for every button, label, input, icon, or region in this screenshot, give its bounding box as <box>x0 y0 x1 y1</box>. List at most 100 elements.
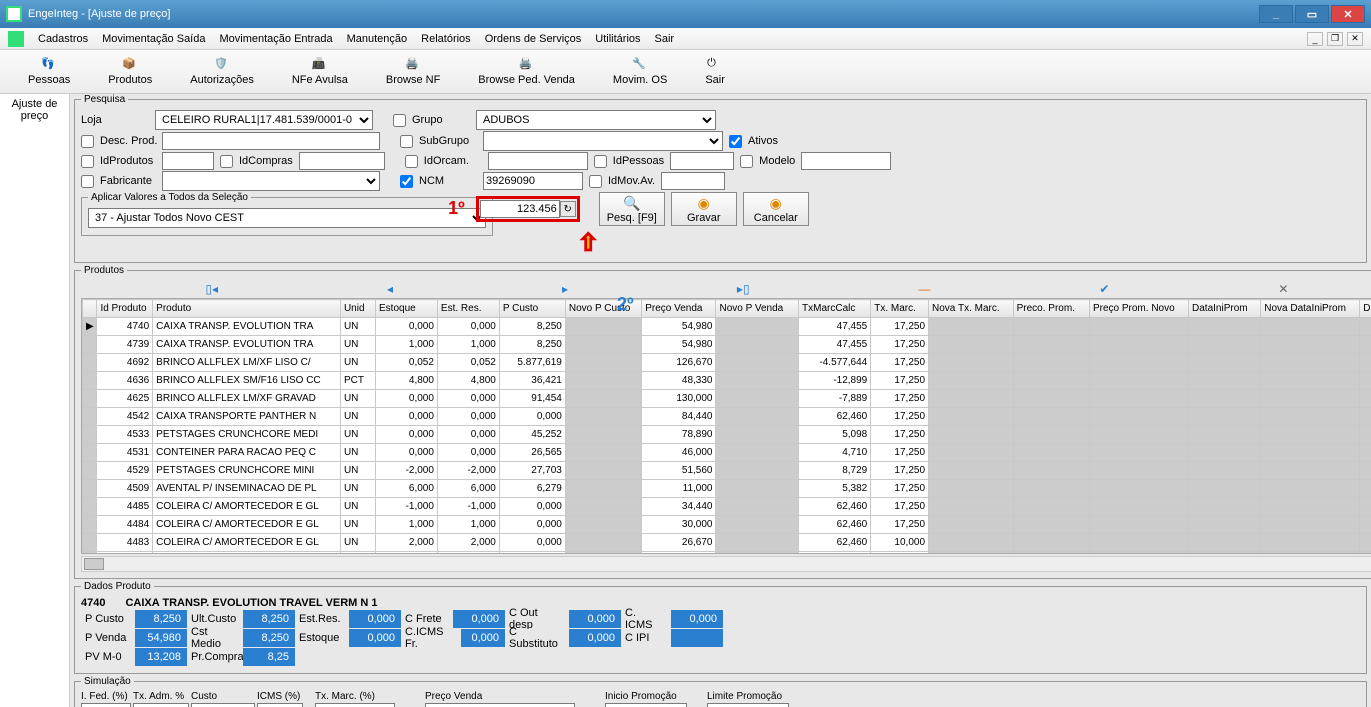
nav-delete[interactable]: — <box>918 282 930 296</box>
table-row[interactable]: 4529PETSTAGES CRUNCHCORE MINIUN-2,000-2,… <box>83 462 1371 480</box>
txadm-val[interactable]: 30,00 <box>133 703 189 707</box>
col-estres[interactable]: Est. Res. <box>437 300 499 318</box>
fabricante-check[interactable] <box>81 175 94 188</box>
valor-input[interactable] <box>480 200 560 218</box>
table-row[interactable]: 4542CAIXA TRANSPORTE PANTHER NUN0,0000,0… <box>83 408 1371 426</box>
grid-hscroll[interactable] <box>81 556 1371 572</box>
modelo-input[interactable] <box>801 152 891 170</box>
table-row[interactable]: 4533PETSTAGES CRUNCHCORE MEDIUN0,0000,00… <box>83 426 1371 444</box>
table-row[interactable]: 4509AVENTAL P/ INSEMINACAO DE PLUN6,0006… <box>83 480 1371 498</box>
custo-val[interactable]: 8,250 <box>191 703 255 707</box>
mdi-close-button[interactable]: ✕ <box>1347 32 1363 46</box>
menu-utilitarios[interactable]: Utilitários <box>595 33 640 45</box>
toolbar-nfe[interactable]: 📠NFe Avulsa <box>292 57 348 86</box>
modelo-check[interactable] <box>740 155 753 168</box>
idcompras-check[interactable] <box>220 155 233 168</box>
col-precopromn[interactable]: Preço Prom. Novo <box>1089 300 1188 318</box>
descprod-check[interactable] <box>81 135 94 148</box>
fabricante-select[interactable] <box>162 171 380 191</box>
ncm-check[interactable] <box>400 175 413 188</box>
subgrupo-select[interactable] <box>483 131 723 151</box>
maximize-button[interactable]: ▭ <box>1295 5 1329 23</box>
col-novatxmarc[interactable]: Nova Tx. Marc. <box>929 300 1014 318</box>
grupo-select[interactable]: ADUBOS <box>476 110 716 130</box>
table-row[interactable]: 4636BRINCO ALLFLEX SM/F16 LISO CCPCT4,80… <box>83 372 1371 390</box>
col-novopvenda[interactable]: Novo P Venda <box>716 300 799 318</box>
idpessoas-check[interactable] <box>594 155 607 168</box>
toolbar-browsepv[interactable]: 🖨️Browse Ped. Venda <box>478 57 575 86</box>
menu-mov-entrada[interactable]: Movimentação Entrada <box>219 33 332 45</box>
icms-val[interactable]: 0,00 <box>257 703 303 707</box>
col-datainiprom[interactable]: DataIniProm <box>1189 300 1261 318</box>
col-estoque[interactable]: Estoque <box>376 300 438 318</box>
sidebar-ajuste-preco[interactable]: Ajuste de preço <box>4 98 65 122</box>
nav-prev[interactable]: ◂ <box>387 282 393 296</box>
menu-sair[interactable]: Sair <box>655 33 675 45</box>
ncm-input[interactable] <box>483 172 583 190</box>
menu-manutencao[interactable]: Manutenção <box>347 33 408 45</box>
idprodutos-check[interactable] <box>81 155 94 168</box>
subgrupo-check[interactable] <box>400 135 413 148</box>
txmarc-val[interactable]: 17,250 <box>315 703 395 707</box>
toolbar-sair[interactable]: ⏻Sair <box>705 57 725 86</box>
col-precoprom[interactable]: Preco. Prom. <box>1013 300 1089 318</box>
col-novadatainiprom[interactable]: Nova DataIniProm <box>1261 300 1360 318</box>
col-datapro[interactable]: Data Pro <box>1360 300 1371 318</box>
toolbar-pessoas[interactable]: 👣Pessoas <box>28 57 70 86</box>
menu-relatorios[interactable]: Relatórios <box>421 33 471 45</box>
nav-next[interactable]: ▸ <box>562 282 568 296</box>
table-row[interactable]: 4625BRINCO ALLFLEX LM/XF GRAVADUN0,0000,… <box>83 390 1371 408</box>
descprod-input[interactable] <box>162 132 380 150</box>
mdi-minimize-button[interactable]: _ <box>1307 32 1323 46</box>
idcompras-input[interactable] <box>299 152 385 170</box>
ativos-check[interactable] <box>729 135 742 148</box>
table-row[interactable]: 4484COLEIRA C/ AMORTECEDOR E GLUN1,0001,… <box>83 516 1371 534</box>
nav-confirm[interactable]: ✔ <box>1099 282 1109 296</box>
pesquisar-button[interactable]: 🔍Pesq. [F9] <box>599 192 665 226</box>
apply-value-button[interactable]: ↻ <box>560 201 576 217</box>
idmovav-input[interactable] <box>661 172 725 190</box>
menu-cadastros[interactable]: Cadastros <box>38 33 88 45</box>
idorcam-check[interactable] <box>405 155 418 168</box>
col-produto[interactable]: Produto <box>153 300 341 318</box>
menu-mov-saida[interactable]: Movimentação Saída <box>102 33 205 45</box>
col-txmarccalc[interactable]: TxMarcCalc <box>799 300 871 318</box>
table-row[interactable]: 4485COLEIRA C/ AMORTECEDOR E GLUN-1,000-… <box>83 498 1371 516</box>
idpessoas-input[interactable] <box>670 152 734 170</box>
col-unid[interactable]: Unid <box>340 300 375 318</box>
table-row[interactable]: 4448CASA PLASTICA N 2 S/ COCHONEUN0,0000… <box>83 552 1371 555</box>
col-txmarc[interactable]: Tx. Marc. <box>871 300 929 318</box>
idprodutos-input[interactable] <box>162 152 214 170</box>
simpvenda-val[interactable]: 18,248 <box>425 703 575 707</box>
table-row[interactable]: 4739CAIXA TRANSP. EVOLUTION TRAUN1,0001,… <box>83 336 1371 354</box>
iniprom-val[interactable]: / / <box>605 703 687 707</box>
idorcam-input[interactable] <box>488 152 588 170</box>
gravar-button[interactable]: ◉Gravar <box>671 192 737 226</box>
nav-first[interactable]: ▯◂ <box>205 282 218 296</box>
toolbar-produtos[interactable]: 📦Produtos <box>108 57 152 86</box>
col-idproduto[interactable]: Id Produto <box>97 300 153 318</box>
grupo-check[interactable] <box>393 114 406 127</box>
close-button[interactable]: ✕ <box>1331 5 1365 23</box>
table-row[interactable]: 4531CONTEINER PARA RACAO PEQ CUN0,0000,0… <box>83 444 1371 462</box>
mdi-restore-button[interactable]: ❐ <box>1327 32 1343 46</box>
toolbar-browsenf[interactable]: 🖨️Browse NF <box>386 57 440 86</box>
table-row[interactable]: 4483COLEIRA C/ AMORTECEDOR E GLUN2,0002,… <box>83 534 1371 552</box>
col-pcusto[interactable]: P Custo <box>499 300 565 318</box>
nav-last[interactable]: ▸▯ <box>737 282 750 296</box>
ifed-val[interactable]: 7,54 <box>81 703 131 707</box>
produtos-grid[interactable]: Id Produto Produto Unid Estoque Est. Res… <box>81 298 1371 554</box>
loja-select[interactable]: CELEIRO RURAL1|17.481.539/0001-0 <box>155 110 373 130</box>
table-row[interactable]: ▶4740CAIXA TRANSP. EVOLUTION TRAUN0,0000… <box>83 318 1371 336</box>
toolbar-autorizacoes[interactable]: 🛡️Autorizações <box>190 57 254 86</box>
aplicar-select[interactable]: 37 - Ajustar Todos Novo CEST <box>88 208 486 228</box>
col-precovenda[interactable]: Preço Venda <box>642 300 716 318</box>
minimize-button[interactable]: _ <box>1259 5 1293 23</box>
nav-cancel[interactable]: ✕ <box>1278 282 1288 296</box>
table-row[interactable]: 4692BRINCO ALLFLEX LM/XF LISO C/UN0,0520… <box>83 354 1371 372</box>
menu-ordens[interactable]: Ordens de Serviços <box>485 33 582 45</box>
toolbar-movimos[interactable]: 🔧Movim. OS <box>613 57 667 86</box>
cancelar-button[interactable]: ◉Cancelar <box>743 192 809 226</box>
limprom-val[interactable]: 01/04/2018 <box>707 703 789 707</box>
idmovav-check[interactable] <box>589 175 602 188</box>
